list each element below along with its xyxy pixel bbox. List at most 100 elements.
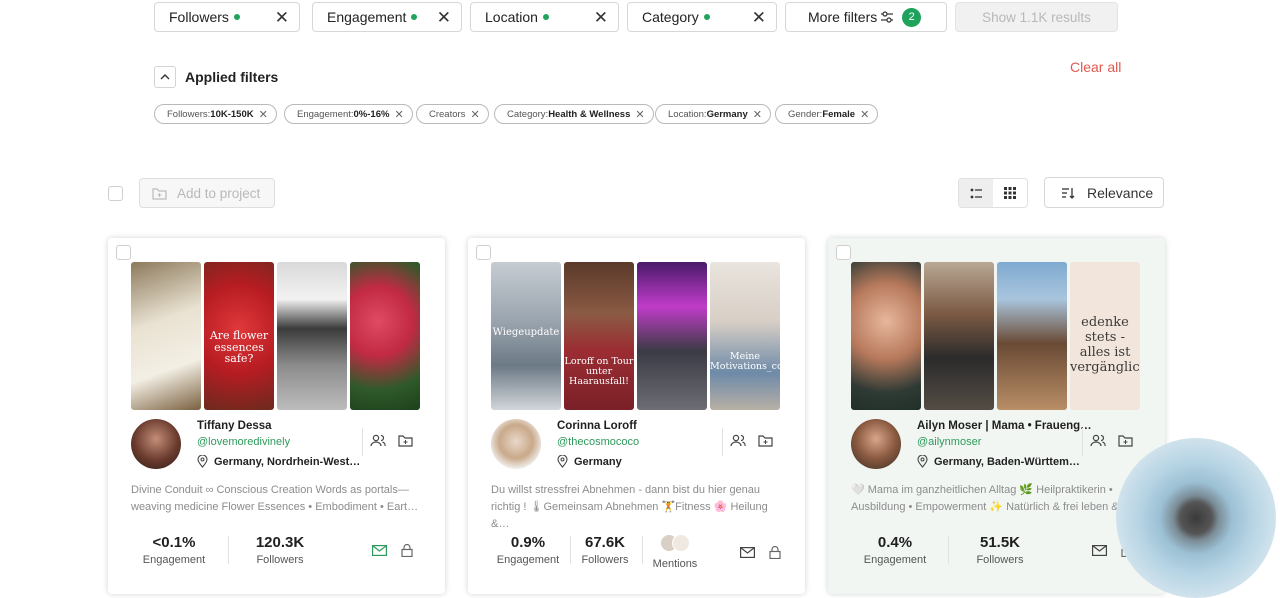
mention-avatars[interactable] <box>644 534 706 554</box>
folder-add-icon[interactable] <box>398 434 413 447</box>
creator-card[interactable]: Wiegeupdate Loroff on Tour unter Haaraus… <box>468 238 805 594</box>
creator-card[interactable]: edenke stets - alles ist vergänglich! Ai… <box>828 238 1165 594</box>
stat-label: Followers <box>976 554 1024 566</box>
select-all-checkbox[interactable] <box>108 186 123 201</box>
remove-chip-icon[interactable]: ✕ <box>753 108 762 121</box>
filter-category-button[interactable]: Category ✕ <box>627 2 777 32</box>
avatar[interactable] <box>131 419 181 469</box>
grid-view-button[interactable] <box>993 179 1027 207</box>
stat-value: 0.9% <box>510 534 546 551</box>
post-thumbnail[interactable] <box>350 262 420 410</box>
card-checkbox[interactable] <box>116 245 131 260</box>
remove-chip-icon[interactable]: ✕ <box>259 108 268 121</box>
chip-key: Gender: <box>788 108 823 120</box>
active-dot-icon <box>703 14 710 20</box>
creator-card[interactable]: Are flower essences safe? Tiffany Dessa … <box>108 238 445 594</box>
creator-handle[interactable]: @thecosmococo <box>557 436 639 448</box>
location-pin-icon <box>557 455 568 468</box>
lock-icon[interactable] <box>401 544 413 557</box>
email-icon[interactable] <box>740 547 755 558</box>
post-thumbnail[interactable] <box>851 262 921 410</box>
location-text: Germany, Baden-Württem… <box>934 455 1080 468</box>
contact-actions <box>740 546 781 559</box>
filter-label: Engagement <box>327 9 407 25</box>
stat-value: 120.3K <box>255 534 305 551</box>
post-thumbnail[interactable]: edenke stets - alles ist vergänglich! <box>1070 262 1140 410</box>
email-icon[interactable] <box>1092 545 1107 556</box>
post-thumbnail[interactable] <box>997 262 1067 410</box>
chip-value: Germany <box>706 108 748 120</box>
remove-chip-icon[interactable]: ✕ <box>860 108 869 121</box>
filter-label: Location <box>485 9 538 25</box>
remove-chip-icon[interactable]: ✕ <box>394 108 403 121</box>
post-thumbnail[interactable] <box>277 262 347 410</box>
filter-followers-button[interactable]: Followers ✕ <box>154 2 300 32</box>
post-thumbnail[interactable]: Meine Motivations_co <box>710 262 780 410</box>
card-actions <box>1082 428 1133 456</box>
post-thumbnail[interactable] <box>924 262 994 410</box>
view-toggle <box>958 178 1028 208</box>
chip-gender[interactable]: Gender: Female ✕ <box>775 104 879 124</box>
thumb-caption: Meine Motivations_co <box>710 351 780 372</box>
clear-all-link[interactable]: Clear all <box>1070 59 1121 75</box>
active-dot-icon <box>542 14 549 20</box>
folder-add-icon[interactable] <box>1118 434 1133 447</box>
sort-label: Relevance <box>1087 184 1154 201</box>
users-icon[interactable] <box>1090 434 1106 447</box>
thumb-caption: Loroff on Tour unter Haarausfall! <box>564 356 634 387</box>
add-to-project-button[interactable]: Add to project <box>139 178 275 208</box>
stat-value: 51.5K <box>979 534 1021 551</box>
add-to-project-label: Add to project <box>177 185 261 201</box>
card-checkbox[interactable] <box>836 245 851 260</box>
chip-creators[interactable]: Creators ✕ <box>416 104 489 124</box>
more-filters-button[interactable]: More filters 2 <box>785 2 947 32</box>
avatar[interactable] <box>491 419 541 469</box>
card-actions <box>722 428 773 456</box>
close-icon[interactable]: ✕ <box>437 9 451 26</box>
sort-dropdown[interactable]: Relevance <box>1044 177 1164 208</box>
stat-value: 67.6K <box>584 534 626 551</box>
list-view-button[interactable] <box>959 179 993 207</box>
stat-value: 0.4% <box>877 534 913 551</box>
collapse-filters-button[interactable] <box>154 66 176 88</box>
post-thumbnail[interactable] <box>131 262 201 410</box>
avatar[interactable] <box>851 419 901 469</box>
close-icon[interactable]: ✕ <box>752 9 766 26</box>
active-dot-icon <box>233 14 240 20</box>
thumb-caption: Are flower essences safe? <box>209 329 269 366</box>
post-thumbnail[interactable] <box>637 262 707 410</box>
post-thumbnails: Wiegeupdate Loroff on Tour unter Haaraus… <box>491 262 780 410</box>
divider <box>228 536 229 564</box>
card-checkbox[interactable] <box>476 245 491 260</box>
users-icon[interactable] <box>370 434 386 447</box>
creator-handle[interactable]: @ailynmoser <box>917 436 981 448</box>
folder-plus-icon <box>152 187 167 200</box>
filter-label: Followers <box>169 9 229 25</box>
filter-location-button[interactable]: Location ✕ <box>470 2 619 32</box>
lock-icon[interactable] <box>769 546 781 559</box>
chip-category[interactable]: Category: Health & Wellness ✕ <box>494 104 654 124</box>
post-thumbnail[interactable]: Loroff on Tour unter Haarausfall! <box>564 262 634 410</box>
folder-add-icon[interactable] <box>758 434 773 447</box>
close-icon[interactable]: ✕ <box>594 9 608 26</box>
chip-location[interactable]: Location: Germany ✕ <box>655 104 771 124</box>
post-thumbnail[interactable]: Wiegeupdate <box>491 262 561 410</box>
stat-label: Mentions <box>652 558 698 570</box>
list-icon <box>970 188 982 198</box>
close-icon[interactable]: ✕ <box>275 9 289 26</box>
remove-chip-icon[interactable]: ✕ <box>635 108 644 121</box>
location-text: Germany <box>574 455 622 468</box>
remove-chip-icon[interactable]: ✕ <box>470 108 479 121</box>
post-thumbnails: edenke stets - alles ist vergänglich! <box>851 262 1140 410</box>
email-icon[interactable] <box>372 545 387 556</box>
creator-handle[interactable]: @lovemoredivinely <box>197 436 290 448</box>
show-results-button[interactable]: Show 1.1K results <box>955 2 1118 32</box>
creator-bio: Divine Conduit ∞ Conscious Creation Word… <box>131 484 419 513</box>
post-thumbnail[interactable]: Are flower essences safe? <box>204 262 274 410</box>
chip-engagement[interactable]: Engagement: 0%-16% ✕ <box>284 104 413 124</box>
chip-followers[interactable]: Followers: 10K-150K ✕ <box>154 104 277 124</box>
creator-bio: 🤍 Mama im ganzheitlichen Alltag 🌿 Heilpr… <box>851 484 1130 513</box>
filter-engagement-button[interactable]: Engagement ✕ <box>312 2 462 32</box>
chip-key: Followers: <box>167 108 211 120</box>
users-icon[interactable] <box>730 434 746 447</box>
